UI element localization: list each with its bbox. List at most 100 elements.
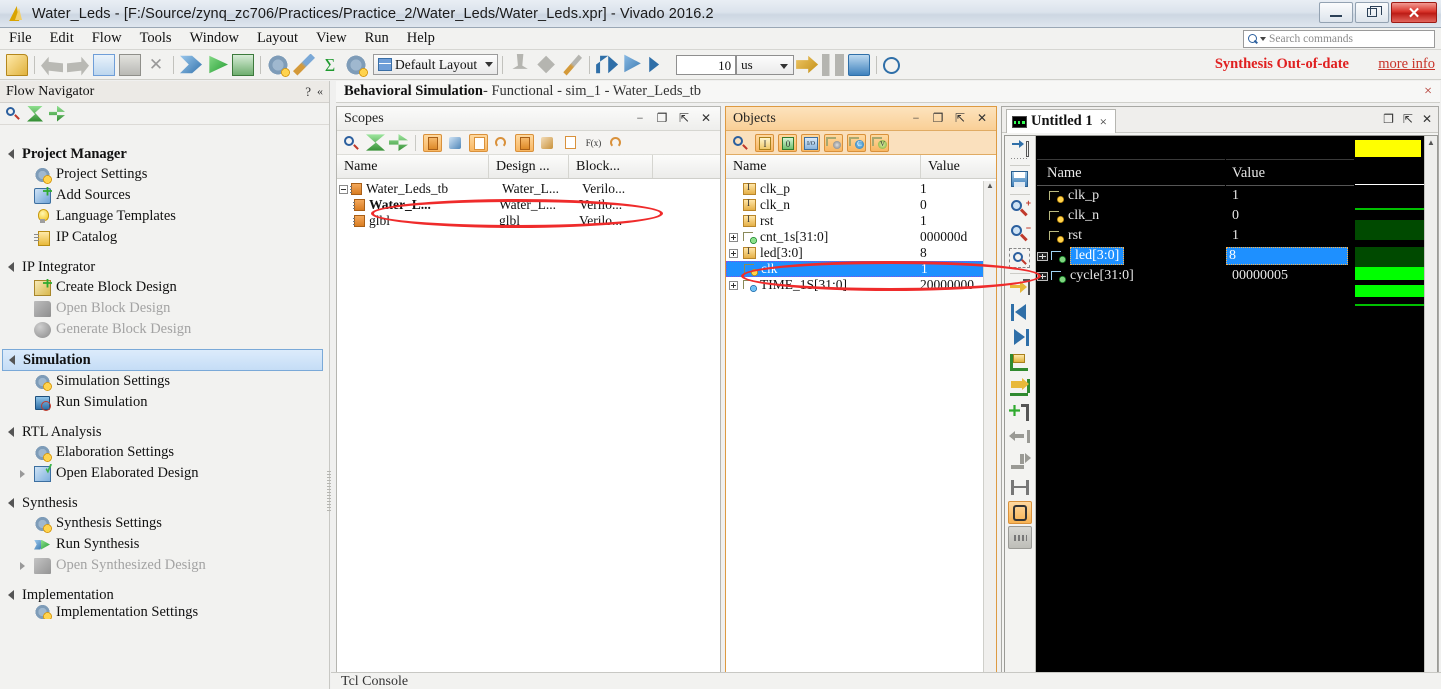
flow-section-ip-integrator[interactable]: IP Integrator — [0, 257, 329, 277]
tools-icon[interactable] — [293, 53, 315, 76]
float-icon[interactable]: ⇱ — [1403, 112, 1413, 126]
menu-edit[interactable]: Edit — [41, 30, 83, 47]
restore-button[interactable] — [1355, 2, 1389, 23]
column-value[interactable]: Value — [921, 155, 996, 178]
next-edge-icon[interactable] — [1008, 451, 1032, 474]
flow-item-elaboration-settings[interactable]: Elaboration Settings — [0, 442, 329, 463]
table-row[interactable]: led[3:0] 8 — [726, 245, 996, 261]
tab-untitled-1[interactable]: Untitled 1 × — [1006, 109, 1116, 133]
layout-selector[interactable]: Default Layout — [373, 54, 499, 75]
table-row[interactable]: cnt_1s[31:0] 000000d — [726, 229, 996, 245]
search-icon[interactable] — [5, 106, 21, 122]
show-blocks-icon[interactable] — [469, 133, 488, 152]
flow-section-implementation[interactable]: Implementation — [0, 585, 329, 605]
collapse-all-icon[interactable] — [27, 105, 43, 122]
run-implementation-icon[interactable] — [209, 55, 228, 74]
menu-layout[interactable]: Layout — [248, 30, 307, 47]
close-icon[interactable]: × — [1100, 114, 1107, 130]
filter-packages-icon[interactable] — [538, 134, 557, 152]
flow-item-open-elaborated-design[interactable]: Open Elaborated Design — [0, 463, 329, 484]
expand-node-icon[interactable] — [1037, 271, 1048, 281]
column-design[interactable]: Design ... — [489, 155, 569, 178]
tree-expander[interactable] — [726, 232, 743, 242]
table-row[interactable]: clk_n 0 — [726, 197, 996, 213]
step-icon[interactable] — [796, 55, 819, 74]
search-commands-input[interactable]: Search commands — [1243, 30, 1435, 48]
column-name[interactable]: Name — [726, 155, 921, 178]
search-icon[interactable] — [343, 134, 362, 152]
table-row[interactable]: clk 1 — [726, 261, 996, 277]
measure-icon[interactable] — [1008, 476, 1032, 499]
next-marker-icon[interactable] — [1008, 376, 1032, 399]
flow-item-project-settings[interactable]: Project Settings — [0, 164, 329, 185]
show-modules-icon[interactable] — [423, 133, 442, 152]
restart-icon[interactable] — [596, 55, 619, 74]
flow-item-add-sources[interactable]: Add Sources — [0, 185, 329, 206]
filter-loops-icon[interactable] — [607, 134, 626, 152]
column-block[interactable]: Block... — [569, 155, 653, 178]
prev-edge-icon[interactable] — [1008, 426, 1032, 449]
tree-expander[interactable] — [726, 280, 743, 290]
open-project-icon[interactable] — [6, 53, 28, 76]
go-to-end-icon[interactable] — [1008, 326, 1032, 349]
close-icon[interactable]: × — [1424, 84, 1432, 100]
filter-modules-icon[interactable] — [515, 133, 534, 152]
table-row[interactable]: clk_p 1 — [726, 181, 996, 197]
tree-expander[interactable] — [726, 248, 743, 258]
waveform-row[interactable]: rst — [1037, 226, 1225, 246]
close-icon[interactable]: ✕ — [1422, 112, 1432, 126]
run-for-time-icon[interactable] — [649, 56, 660, 73]
collapse-all-icon[interactable] — [366, 134, 385, 151]
run-synthesis-icon[interactable] — [180, 55, 202, 74]
internal-signals-icon[interactable] — [824, 133, 843, 152]
collapse-node-icon[interactable] — [339, 184, 348, 194]
flow-item-open-block-design[interactable]: Open Block Design — [0, 298, 329, 319]
table-row[interactable]: Water_L... Water_L... Verilo... — [337, 197, 720, 213]
table-row[interactable]: rst 1 — [726, 213, 996, 229]
input-ports-icon[interactable]: I — [755, 133, 774, 152]
table-row[interactable]: TIME_1S[31:0] 20000000 — [726, 277, 996, 293]
pause-icon[interactable] — [822, 53, 845, 76]
zoom-fit-icon[interactable] — [1008, 247, 1032, 270]
delete-icon[interactable]: ✕ — [145, 54, 167, 76]
maximize-icon[interactable]: ❐ — [930, 111, 946, 126]
more-info-link[interactable]: more info — [1378, 56, 1435, 73]
flow-item-open-synthesized-design[interactable]: Open Synthesized Design — [0, 555, 329, 576]
breakpoint-icon[interactable] — [883, 57, 901, 74]
flow-section-synthesis[interactable]: Synthesis — [0, 493, 329, 513]
go-to-first-icon[interactable] — [1008, 139, 1032, 162]
waveform-row[interactable]: led[3:0] — [1037, 246, 1225, 266]
minimize-icon[interactable]: − — [908, 111, 924, 126]
waveform-vertical-scrollbar[interactable]: ▲ ▼ — [1424, 136, 1437, 689]
flow-item-simulation-settings[interactable]: Simulation Settings — [0, 371, 329, 392]
close-button[interactable]: ✕ — [1391, 2, 1437, 23]
expand-node-icon[interactable] — [1037, 251, 1048, 261]
flow-item-run-simulation[interactable]: Run Simulation — [0, 392, 329, 413]
expand-node-icon[interactable] — [729, 248, 738, 258]
run-time-unit-select[interactable]: us — [736, 54, 795, 75]
add-marker-icon[interactable] — [1008, 401, 1032, 424]
paste-icon[interactable] — [119, 53, 141, 76]
float-icon[interactable]: ⇱ — [676, 111, 692, 126]
pin-icon[interactable] — [512, 53, 528, 69]
scroll-up-icon[interactable]: ▲ — [984, 181, 996, 190]
flow-item-create-block-design[interactable]: Create Block Design — [0, 277, 329, 298]
expand-arrow-icon[interactable] — [20, 469, 25, 478]
maximize-icon[interactable]: ❐ — [1383, 112, 1394, 126]
close-icon[interactable]: ✕ — [698, 111, 714, 126]
close-icon[interactable]: ✕ — [974, 111, 990, 126]
column-name[interactable]: Name — [337, 155, 489, 178]
report-icon[interactable] — [345, 53, 368, 77]
expand-node-icon[interactable] — [729, 280, 738, 290]
table-row[interactable]: glbl glbl Verilo... — [337, 213, 720, 229]
snap-to-transition-icon[interactable] — [1008, 526, 1032, 549]
menu-run[interactable]: Run — [356, 30, 398, 47]
menu-view[interactable]: View — [307, 30, 356, 47]
flow-item-generate-block-design[interactable]: Generate Block Design — [0, 319, 329, 340]
collapse-panel-icon[interactable]: « — [317, 84, 323, 99]
prev-marker-icon[interactable] — [1008, 351, 1032, 374]
run-time-input[interactable]: 10 — [676, 54, 737, 75]
zoom-in-icon[interactable]: + — [1008, 197, 1032, 220]
waveform-row[interactable]: clk_n — [1037, 206, 1225, 226]
expand-arrow-icon[interactable] — [20, 561, 25, 570]
